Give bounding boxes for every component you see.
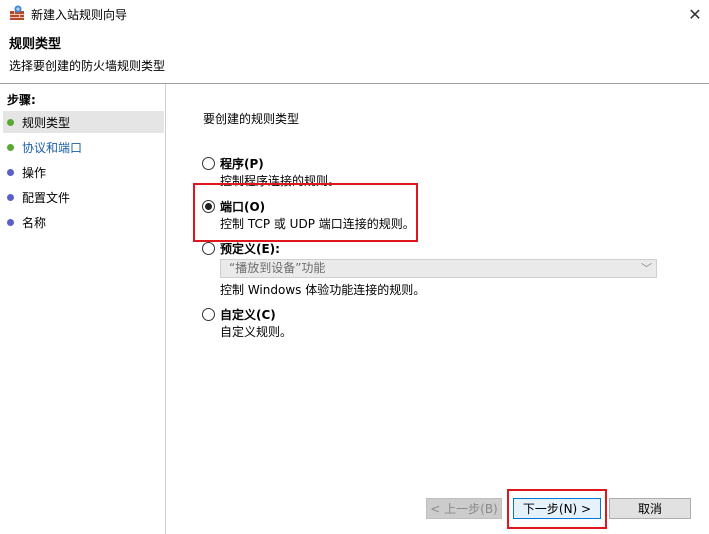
main-panel: 要创建的规则类型 程序(P) 控制程序连接的规则。 端口(O) 控制 TCP 或…: [166, 84, 709, 534]
close-button[interactable]: ✕: [681, 0, 709, 28]
highlight-box-port: [193, 183, 418, 242]
step-profile: 配置文件: [3, 186, 164, 208]
back-button-label: < 上一步(B): [430, 502, 498, 516]
close-icon: ✕: [688, 4, 702, 24]
step-protocol-ports[interactable]: 协议和端口: [3, 136, 164, 158]
option-label: 程序(P): [220, 157, 264, 171]
select-value: “播放到设备”功能: [229, 261, 326, 275]
steps-title: 步骤:: [7, 93, 36, 107]
step-label: 名称: [22, 215, 47, 230]
option-description: 控制 Windows 体验功能连接的规则。: [220, 283, 426, 297]
wizard-header: 规则类型 选择要创建的防火墙规则类型: [0, 28, 709, 83]
steps-panel: 步骤: 规则类型 协议和端口 操作 配置文件 名称: [0, 84, 165, 534]
step-label: 配置文件: [22, 190, 71, 205]
cancel-button-label: 取消: [637, 502, 662, 516]
highlight-box-next: [507, 489, 607, 529]
step-rule-type: 规则类型: [3, 111, 164, 133]
rule-type-prompt: 要创建的规则类型: [203, 112, 300, 126]
predefined-select: “播放到设备”功能 ﹀: [220, 259, 657, 278]
custom-radio[interactable]: [202, 308, 215, 321]
cancel-button[interactable]: 取消: [609, 498, 691, 519]
option-label: 自定义(C): [220, 308, 276, 322]
page-title: 规则类型: [9, 37, 62, 52]
title-bar: 新建入站规则向导 ✕: [0, 0, 709, 28]
program-radio[interactable]: [202, 157, 215, 170]
chevron-down-icon: ﹀: [641, 262, 652, 275]
step-action: 操作: [3, 161, 164, 183]
step-label: 规则类型: [22, 115, 71, 130]
step-label: 协议和端口: [22, 140, 83, 155]
window-title: 新建入站规则向导: [31, 8, 128, 22]
predefined-radio[interactable]: [202, 242, 215, 255]
step-status-dot-icon: [7, 118, 14, 126]
page-subtitle: 选择要创建的防火墙规则类型: [9, 59, 166, 73]
back-button[interactable]: < 上一步(B): [426, 498, 502, 519]
option-description: 自定义规则。: [220, 325, 293, 339]
step-status-dot-icon: [7, 143, 14, 151]
step-name: 名称: [3, 211, 164, 233]
firewall-app-icon: [10, 5, 24, 20]
step-status-dot-icon: [7, 218, 14, 226]
wizard-body: 步骤: 规则类型 协议和端口 操作 配置文件 名称 要创建的规则类型 程序(P)…: [0, 84, 709, 534]
option-label: 预定义(E):: [220, 242, 280, 256]
step-label: 操作: [22, 165, 47, 180]
step-status-dot-icon: [7, 168, 14, 176]
step-status-dot-icon: [7, 193, 14, 201]
